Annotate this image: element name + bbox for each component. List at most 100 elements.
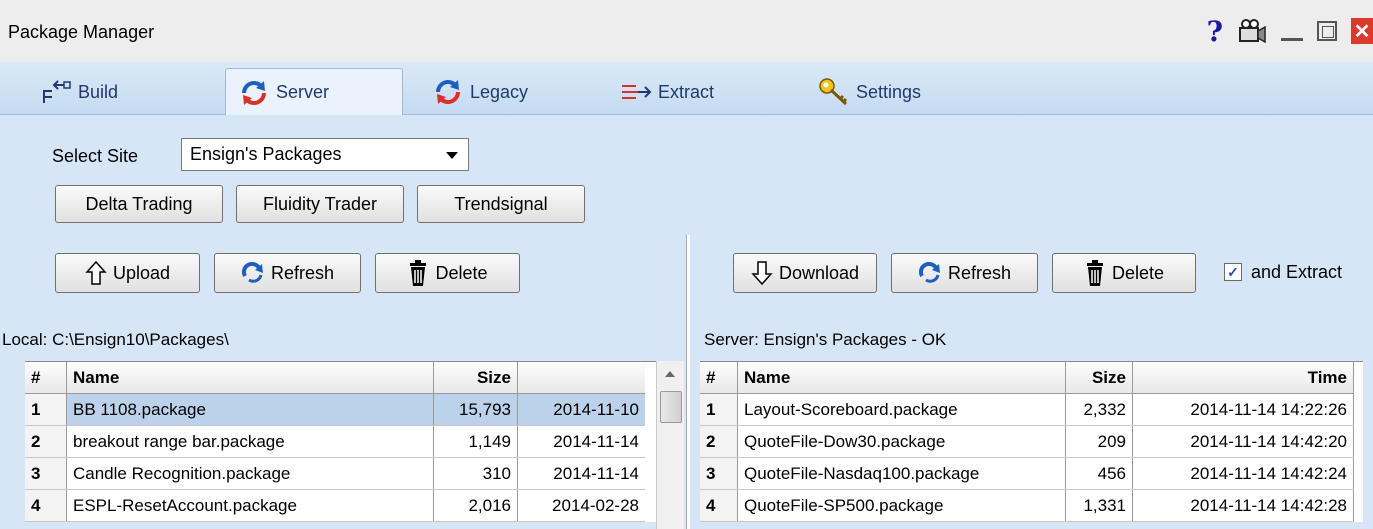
build-icon bbox=[43, 80, 71, 103]
upload-arrow-icon bbox=[85, 260, 107, 285]
row-time: 2014-11-14 14:42:28 bbox=[1132, 489, 1354, 522]
site-button-fluidity-trader[interactable]: Fluidity Trader bbox=[236, 185, 404, 223]
column-header-time[interactable]: Time bbox=[1132, 362, 1354, 394]
row-time: 2014-11-14 bbox=[517, 457, 645, 490]
download-button[interactable]: Download bbox=[733, 253, 877, 293]
table-header: # Name Size bbox=[25, 362, 645, 394]
row-name: QuoteFile-Nasdaq100.package bbox=[737, 457, 1066, 490]
tab-build-label: Build bbox=[78, 81, 119, 102]
site-button-label: Fluidity Trader bbox=[262, 193, 378, 214]
tab-build[interactable]: Build bbox=[40, 70, 118, 114]
server-delete-button[interactable]: Delete bbox=[1052, 253, 1196, 293]
table-row[interactable]: 1 Layout-Scoreboard.package 2,332 2014-1… bbox=[700, 393, 1354, 426]
server-path-label: Server: Ensign's Packages - OK bbox=[704, 330, 947, 349]
row-name: QuoteFile-Dow30.package bbox=[737, 425, 1066, 458]
trash-icon bbox=[1086, 260, 1103, 286]
upload-button-label: Upload bbox=[112, 262, 171, 283]
row-name: ESPL-ResetAccount.package bbox=[66, 489, 434, 522]
title-bar: Package Manager ? ✕ bbox=[0, 0, 1373, 63]
server-delete-label: Delete bbox=[1111, 262, 1165, 283]
refresh-icon bbox=[918, 262, 940, 283]
column-header-size[interactable]: Size bbox=[1065, 362, 1133, 394]
row-name: Candle Recognition.package bbox=[66, 457, 434, 490]
tab-extract-label: Extract bbox=[658, 81, 715, 102]
row-name: BB 1108.package bbox=[66, 393, 434, 426]
row-time: 2014-11-14 bbox=[517, 425, 645, 458]
site-select-value: Ensign's Packages bbox=[190, 144, 342, 164]
table-row[interactable]: 4 ESPL-ResetAccount.package 2,016 2014-0… bbox=[25, 489, 645, 522]
extract-checkbox-label: and Extract bbox=[1251, 262, 1343, 282]
trash-icon bbox=[410, 260, 427, 286]
column-header-name[interactable]: Name bbox=[66, 362, 434, 394]
row-name: breakout range bar.package bbox=[66, 425, 434, 458]
local-refresh-label: Refresh bbox=[270, 262, 335, 283]
maximize-icon[interactable] bbox=[1317, 21, 1337, 41]
row-size: 1,331 bbox=[1065, 489, 1133, 522]
table-row[interactable]: 2 QuoteFile-Dow30.package 209 2014-11-14… bbox=[700, 425, 1354, 458]
download-arrow-icon bbox=[751, 261, 773, 286]
chevron-down-icon bbox=[446, 152, 458, 159]
row-size: 209 bbox=[1065, 425, 1133, 458]
local-file-table: # Name Size 1 BB 1108.package 15,793 201… bbox=[25, 361, 656, 522]
row-time: 2014-02-28 bbox=[517, 489, 645, 522]
table-row[interactable]: 3 QuoteFile-Nasdaq100.package 456 2014-1… bbox=[700, 457, 1354, 490]
row-num: 4 bbox=[700, 489, 738, 522]
local-delete-button[interactable]: Delete bbox=[375, 253, 520, 293]
extract-icon bbox=[622, 85, 652, 99]
row-time: 2014-11-14 14:42:24 bbox=[1132, 457, 1354, 490]
table-row[interactable]: 3 Candle Recognition.package 310 2014-11… bbox=[25, 457, 645, 490]
tab-extract[interactable]: Extract bbox=[620, 70, 714, 114]
row-time: 2014-11-10 bbox=[517, 393, 645, 426]
scroll-thumb[interactable] bbox=[660, 391, 682, 423]
row-size: 456 bbox=[1065, 457, 1133, 490]
site-button-label: Delta Trading bbox=[85, 193, 193, 214]
tab-legacy[interactable]: Legacy bbox=[432, 70, 528, 114]
column-header-size[interactable]: Size bbox=[433, 362, 518, 394]
server-refresh-icon bbox=[242, 80, 266, 105]
scroll-up-icon[interactable] bbox=[665, 371, 675, 377]
row-size: 1,149 bbox=[433, 425, 518, 458]
close-icon[interactable]: ✕ bbox=[1351, 18, 1373, 44]
tab-server-label: Server bbox=[276, 82, 330, 102]
site-button-trendsignal[interactable]: Trendsignal bbox=[417, 185, 585, 223]
tab-settings[interactable]: Settings bbox=[818, 70, 921, 114]
table-row[interactable]: 1 BB 1108.package 15,793 2014-11-10 bbox=[25, 393, 645, 426]
camera-icon[interactable] bbox=[1237, 16, 1267, 46]
row-num: 1 bbox=[25, 393, 67, 426]
tab-legacy-label: Legacy bbox=[470, 81, 529, 102]
local-refresh-button[interactable]: Refresh bbox=[214, 253, 361, 293]
row-size: 310 bbox=[433, 457, 518, 490]
extract-checkbox[interactable]: ✓ bbox=[1224, 263, 1242, 281]
server-refresh-button[interactable]: Refresh bbox=[891, 253, 1038, 293]
key-icon bbox=[819, 78, 848, 106]
column-header-num[interactable]: # bbox=[700, 362, 738, 394]
table-row[interactable]: 2 breakout range bar.package 1,149 2014-… bbox=[25, 425, 645, 458]
site-button-delta-trading[interactable]: Delta Trading bbox=[55, 185, 223, 223]
legacy-refresh-icon bbox=[436, 80, 460, 104]
row-size: 15,793 bbox=[433, 393, 518, 426]
row-time: 2014-11-14 14:42:20 bbox=[1132, 425, 1354, 458]
row-num: 2 bbox=[700, 425, 738, 458]
upload-button[interactable]: Upload bbox=[55, 253, 200, 293]
site-button-label: Trendsignal bbox=[454, 193, 548, 214]
tab-server[interactable]: Server bbox=[225, 68, 403, 116]
row-size: 2,016 bbox=[433, 489, 518, 522]
site-select[interactable]: Ensign's Packages bbox=[181, 138, 469, 171]
column-header-name[interactable]: Name bbox=[737, 362, 1066, 394]
row-num: 3 bbox=[25, 457, 67, 490]
column-header-num[interactable]: # bbox=[25, 362, 67, 394]
minimize-icon[interactable] bbox=[1281, 21, 1303, 41]
help-icon[interactable]: ? bbox=[1207, 15, 1223, 48]
tab-bar: Build Server Legacy Extract Settings bbox=[0, 62, 1373, 116]
row-num: 2 bbox=[25, 425, 67, 458]
server-refresh-label: Refresh bbox=[947, 262, 1012, 283]
local-delete-label: Delete bbox=[435, 262, 488, 283]
column-header-time[interactable] bbox=[517, 362, 645, 394]
row-size: 2,332 bbox=[1065, 393, 1133, 426]
row-time: 2014-11-14 14:22:26 bbox=[1132, 393, 1354, 426]
refresh-icon bbox=[241, 262, 263, 283]
local-scrollbar[interactable] bbox=[656, 361, 684, 529]
local-path-label: Local: C:\Ensign10\Packages\ bbox=[2, 330, 229, 349]
tab-settings-label: Settings bbox=[856, 81, 922, 102]
table-row[interactable]: 4 QuoteFile-SP500.package 1,331 2014-11-… bbox=[700, 489, 1354, 522]
